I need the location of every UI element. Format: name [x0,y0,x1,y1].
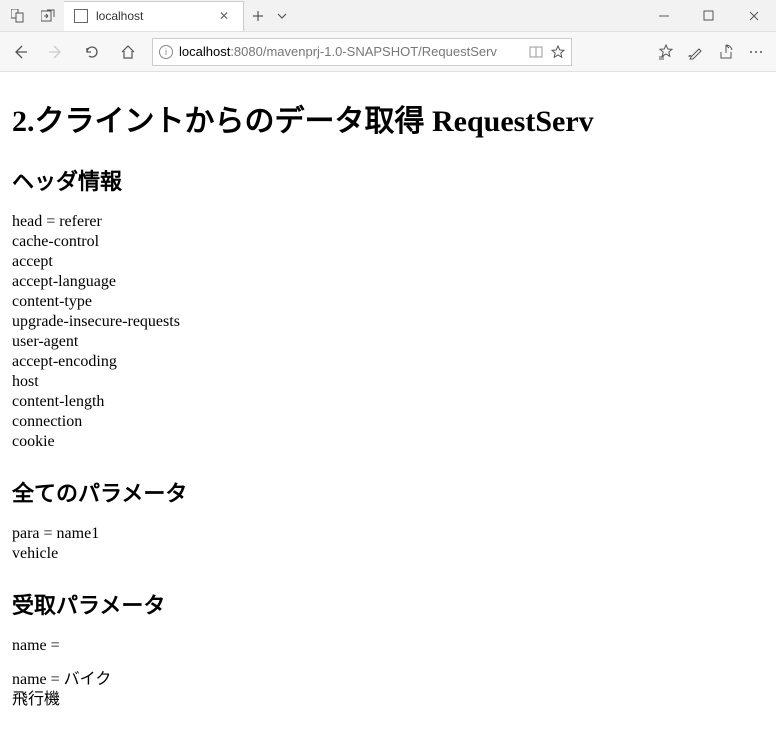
address-actions [529,45,565,59]
home-button[interactable] [116,40,140,64]
favorites-list-icon[interactable] [658,44,674,60]
section-heading-params: 全てのパラメータ [12,476,764,508]
section-heading-headers: ヘッダ情報 [12,164,764,196]
new-tab-icon[interactable] [252,10,264,22]
close-window-button[interactable] [731,0,776,32]
more-icon[interactable] [748,44,764,60]
text-line: vehicle [12,544,764,564]
favorite-star-icon[interactable] [551,45,565,59]
text-line: host [12,372,764,392]
text-line: 飛行機 [12,690,764,710]
page-title: 2.クライントからのデータ取得 RequestServ [12,96,764,140]
tab-title: localhost [96,9,207,23]
minimize-button[interactable] [641,0,686,32]
text-line: name = バイク [12,670,764,690]
headers-list: head = referercache-controlacceptaccept-… [12,212,764,452]
text-line: cache-control [12,232,764,252]
close-tab-icon[interactable]: ✕ [215,9,233,23]
toolbar: i localhost:8080/mavenprj-1.0-SNAPSHOT/R… [0,32,776,72]
text-line: connection [12,412,764,432]
section-heading-recv: 受取パラメータ [12,588,764,620]
notes-icon[interactable] [688,44,704,60]
browser-tab[interactable]: localhost ✕ [64,1,244,31]
page-content: 2.クライントからのデータ取得 RequestServ ヘッダ情報 head =… [0,72,776,720]
page-icon [74,9,88,23]
window-controls [641,0,776,32]
text-line: cookie [12,432,764,452]
params-list: para = name1vehicle [12,524,764,564]
info-icon[interactable]: i [159,45,173,59]
tab-strip-actions [244,10,288,22]
text-line: user-agent [12,332,764,352]
share-icon[interactable] [718,44,734,60]
text-line: accept [12,252,764,272]
forward-button[interactable] [44,40,68,64]
text-line: content-type [12,292,764,312]
text-line: head = referer [12,212,764,232]
recv-list: name = バイク飛行機 [12,670,764,710]
refresh-button[interactable] [80,40,104,64]
text-line: content-length [12,392,764,412]
toolbar-right [658,44,768,60]
address-text: localhost:8080/mavenprj-1.0-SNAPSHOT/Req… [179,44,523,59]
recv-first-line: name = [12,636,764,656]
titlebar-left [0,4,60,28]
text-line: upgrade-insecure-requests [12,312,764,332]
text-line: accept-language [12,272,764,292]
back-button[interactable] [8,40,32,64]
chevron-down-icon[interactable] [276,10,288,22]
address-bar[interactable]: i localhost:8080/mavenprj-1.0-SNAPSHOT/R… [152,38,572,66]
text-line: accept-encoding [12,352,764,372]
maximize-button[interactable] [686,0,731,32]
set-aside-icon[interactable] [36,4,60,28]
reading-view-icon[interactable] [529,45,543,59]
titlebar: localhost ✕ [0,0,776,32]
recent-activity-icon[interactable] [6,4,30,28]
text-line: para = name1 [12,524,764,544]
